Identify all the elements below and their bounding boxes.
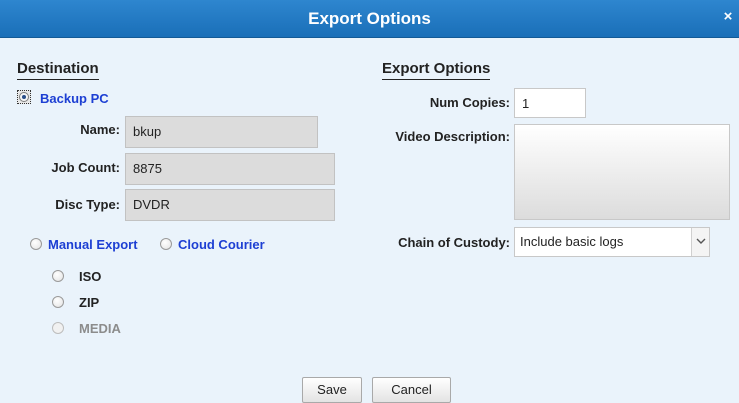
- close-icon[interactable]: ×: [721, 9, 735, 24]
- manual-export-label[interactable]: Manual Export: [48, 237, 138, 252]
- dialog-title: Export Options: [308, 9, 431, 28]
- num-copies-label: Num Copies:: [429, 95, 510, 110]
- video-description-label: Video Description:: [395, 129, 510, 144]
- backup-pc-radio[interactable]: [17, 90, 31, 104]
- cancel-button[interactable]: Cancel: [372, 377, 451, 403]
- chain-of-custody-value: Include basic logs: [520, 234, 624, 249]
- disc-type-field: DVDR: [125, 189, 335, 221]
- media-label: MEDIA: [79, 321, 121, 336]
- video-description-textarea[interactable]: [514, 124, 730, 220]
- destination-heading: Destination: [17, 60, 99, 80]
- iso-radio[interactable]: [52, 270, 64, 282]
- job-count-field: 8875: [125, 153, 335, 185]
- backup-pc-label[interactable]: Backup PC: [40, 91, 109, 106]
- cloud-courier-radio[interactable]: [160, 238, 172, 250]
- name-label: Name:: [80, 122, 120, 137]
- iso-label[interactable]: ISO: [79, 269, 101, 284]
- radio-selected-icon: [19, 92, 29, 102]
- manual-export-radio[interactable]: [30, 238, 42, 250]
- job-count-label: Job Count:: [51, 160, 120, 175]
- chain-of-custody-label: Chain of Custody:: [398, 235, 510, 250]
- num-copies-input[interactable]: [514, 88, 586, 118]
- save-button[interactable]: Save: [302, 377, 362, 403]
- media-radio: [52, 322, 64, 334]
- name-field: bkup: [125, 116, 318, 148]
- chevron-down-icon[interactable]: [691, 228, 709, 256]
- zip-radio[interactable]: [52, 296, 64, 308]
- cloud-courier-label[interactable]: Cloud Courier: [178, 237, 265, 252]
- zip-label[interactable]: ZIP: [79, 295, 99, 310]
- chain-of-custody-select[interactable]: Include basic logs: [514, 227, 710, 257]
- disc-type-label: Disc Type:: [55, 197, 120, 212]
- export-options-heading: Export Options: [382, 60, 491, 80]
